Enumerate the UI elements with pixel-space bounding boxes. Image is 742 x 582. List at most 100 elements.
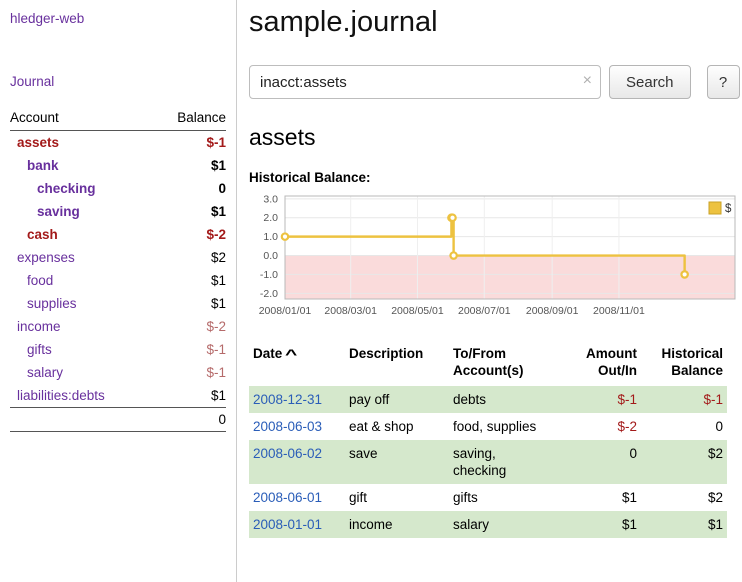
account-balance: $1 [153, 292, 226, 315]
register-header-accounts: To/FromAccount(s) [449, 343, 569, 386]
account-row: cash $-2 [10, 223, 226, 246]
account-balance: $1 [153, 154, 226, 177]
account-link-expenses[interactable]: expenses [17, 250, 75, 265]
register-header-amount: AmountOut/In [569, 343, 641, 386]
account-name-cell: supplies [10, 292, 153, 315]
register-balance-cell: $2 [641, 484, 727, 511]
register-date-cell: 2008-01-01 [249, 511, 345, 538]
account-name-cell: checking [10, 177, 153, 200]
register-table: Date^ Description To/FromAccount(s) Amou… [249, 343, 727, 538]
account-name-cell: saving [10, 200, 153, 223]
register-amount-cell: $1 [569, 484, 641, 511]
sidebar-journal-link[interactable]: Journal [10, 74, 226, 89]
svg-text:2008/07/01: 2008/07/01 [458, 305, 511, 317]
account-row: liabilities:debts $1 [10, 384, 226, 408]
account-row: bank $1 [10, 154, 226, 177]
sidebar: hledger-web Journal Account Balance asse… [0, 0, 237, 582]
svg-text:2.0: 2.0 [263, 212, 278, 224]
register-amount-cell: $-2 [569, 413, 641, 440]
register-amount-cell: $-1 [569, 386, 641, 413]
account-row: checking 0 [10, 177, 226, 200]
account-balance: $1 [153, 200, 226, 223]
account-link-salary[interactable]: salary [27, 365, 63, 380]
register-header-balance: HistoricalBalance [641, 343, 727, 386]
account-name-cell: food [10, 269, 153, 292]
historical-balance-chart: 3.02.01.00.0-1.0-2.02008/01/012008/03/01… [249, 191, 741, 319]
account-name-cell: bank [10, 154, 153, 177]
register-row: 2008-12-31pay offdebts$-1$-1 [249, 386, 727, 413]
accounts-header-account: Account [10, 108, 153, 131]
account-link-gifts[interactable]: gifts [27, 342, 52, 357]
register-date-cell: 2008-06-03 [249, 413, 345, 440]
account-link-checking[interactable]: checking [37, 181, 96, 196]
register-accounts-cell: debts [449, 386, 569, 413]
account-row: income $-2 [10, 315, 226, 338]
chart-title: Historical Balance: [249, 170, 741, 185]
register-balance-cell: $2 [641, 440, 727, 484]
search-box: × [249, 65, 601, 99]
account-balance: $-2 [153, 223, 226, 246]
account-balance: 0 [153, 177, 226, 200]
account-name-cell: income [10, 315, 153, 338]
account-name-cell: liabilities:debts [10, 384, 153, 408]
register-description-cell: pay off [345, 386, 449, 413]
register-row: 2008-06-03eat & shopfood, supplies$-20 [249, 413, 727, 440]
register-date-cell: 2008-06-02 [249, 440, 345, 484]
sort-ascending-icon[interactable]: ^ [285, 346, 297, 363]
hledger-web-app: hledger-web Journal Account Balance asse… [0, 0, 742, 582]
accounts-total-row: 0 [10, 408, 226, 432]
register-accounts-cell: saving, checking [449, 440, 569, 484]
register-description-cell: eat & shop [345, 413, 449, 440]
account-link-income[interactable]: income [17, 319, 61, 334]
account-link-assets[interactable]: assets [17, 135, 59, 150]
register-date-cell: 2008-12-31 [249, 386, 345, 413]
help-button[interactable]: ? [707, 65, 740, 99]
register-date-link[interactable]: 2008-06-02 [253, 446, 322, 461]
register-accounts-cell: food, supplies [449, 413, 569, 440]
account-name-cell: assets [10, 131, 153, 155]
svg-text:3.0: 3.0 [263, 193, 278, 205]
app-title-link[interactable]: hledger-web [10, 11, 226, 26]
register-date-link[interactable]: 2008-06-03 [253, 419, 322, 434]
account-link-saving[interactable]: saving [37, 204, 80, 219]
register-date-link[interactable]: 2008-06-01 [253, 490, 322, 505]
account-name-cell: salary [10, 361, 153, 384]
register-header-date[interactable]: Date^ [249, 343, 345, 386]
register-header-row: Date^ Description To/FromAccount(s) Amou… [249, 343, 727, 386]
account-balance: $1 [153, 269, 226, 292]
account-link-liabilities-debts[interactable]: liabilities:debts [17, 388, 105, 403]
account-balance: $-1 [153, 338, 226, 361]
search-form: × Search ? [249, 65, 741, 99]
account-link-cash[interactable]: cash [27, 227, 58, 242]
page-title: sample.journal [249, 6, 741, 39]
account-name-cell: expenses [10, 246, 153, 269]
account-link-food[interactable]: food [27, 273, 53, 288]
register-description-cell: gift [345, 484, 449, 511]
clear-search-icon[interactable]: × [583, 72, 592, 90]
account-row: supplies $1 [10, 292, 226, 315]
svg-text:-2.0: -2.0 [260, 288, 278, 300]
svg-text:-1.0: -1.0 [260, 269, 278, 281]
svg-text:2008/05/01: 2008/05/01 [391, 305, 444, 317]
svg-text:2008/11/01: 2008/11/01 [593, 305, 645, 317]
register-row: 2008-06-02savesaving, checking0$2 [249, 440, 727, 484]
account-balance: $1 [153, 384, 226, 408]
account-link-supplies[interactable]: supplies [27, 296, 77, 311]
register-balance-cell: $1 [641, 511, 727, 538]
register-date-link[interactable]: 2008-01-01 [253, 517, 322, 532]
svg-text:1.0: 1.0 [263, 231, 278, 243]
account-link-bank[interactable]: bank [27, 158, 59, 173]
account-name-cell: cash [10, 223, 153, 246]
register-row: 2008-06-01giftgifts$1$2 [249, 484, 727, 511]
account-balance: $-2 [153, 315, 226, 338]
register-date-cell: 2008-06-01 [249, 484, 345, 511]
svg-text:0.0: 0.0 [263, 250, 278, 262]
search-input[interactable] [249, 65, 601, 99]
account-balance: $-1 [153, 131, 226, 155]
accounts-total-balance: 0 [153, 408, 226, 432]
register-amount-cell: $1 [569, 511, 641, 538]
register-date-link[interactable]: 2008-12-31 [253, 392, 322, 407]
accounts-table: Account Balance assets$-1bank$1checking0… [10, 108, 226, 432]
search-button[interactable]: Search [609, 65, 691, 99]
account-balance: $2 [153, 246, 226, 269]
